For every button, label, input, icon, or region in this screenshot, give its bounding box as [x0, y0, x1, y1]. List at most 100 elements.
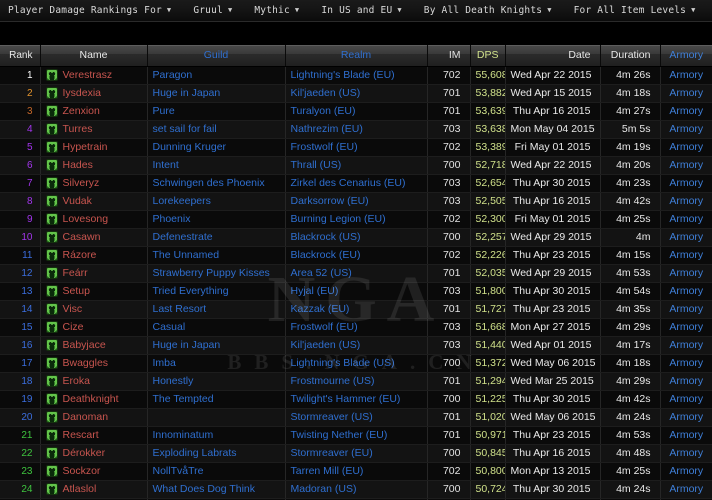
armory-link[interactable]: Armory [660, 156, 712, 175]
table-row[interactable]: 10 Casawn Defenestrate Blackrock (US) 700 52,… [0, 228, 712, 247]
armory-link[interactable]: Armory [660, 174, 712, 193]
armory-link[interactable]: Armory [660, 264, 712, 283]
table-row[interactable]: 24 Atlaslol What Does Dog Think Madoran (US… [0, 480, 712, 499]
table-row[interactable]: 18 Eroka HonestlyFrostmourne (US)70151,294… [0, 372, 712, 391]
column-header-realm[interactable]: Realm [285, 45, 428, 67]
armory-link[interactable]: Armory [660, 336, 712, 355]
table-row[interactable]: 22 Dérokker Exploding Labrats Stormreaver (… [0, 444, 712, 463]
player-name-link[interactable]: Vudak [63, 193, 92, 210]
cell-realm[interactable]: Blackrock (US) [285, 228, 428, 247]
cell-guild[interactable]: Strawberry Puppy Kisses [147, 264, 286, 283]
armory-link[interactable]: Armory [660, 426, 712, 445]
cell-realm[interactable]: Burning Legion (EU) [285, 210, 428, 229]
cell-guild[interactable]: Phoenix [147, 210, 286, 229]
armory-link[interactable]: Armory [660, 210, 712, 229]
column-header-date[interactable]: Date [505, 45, 601, 67]
column-header-rank[interactable]: Rank [0, 45, 41, 67]
cell-realm[interactable]: Lightning's Blade (EU) [285, 66, 428, 85]
table-row[interactable]: 11 Rázore The Unnamed Blackrock (EU) 702 52,2… [0, 246, 712, 265]
cell-realm[interactable]: Blackrock (EU) [285, 246, 428, 265]
armory-link[interactable]: Armory [660, 372, 712, 391]
cell-guild[interactable]: Defenestrate [147, 228, 286, 247]
cell-realm[interactable]: Twisting Nether (EU) [285, 426, 428, 445]
player-name-link[interactable]: Dérokker [63, 445, 106, 462]
table-row[interactable]: 20 Danoman Stormreaver (US)70151,020.0Wed … [0, 408, 712, 427]
player-name-link[interactable]: Hypetrain [63, 139, 108, 156]
class-filter[interactable]: By All Death Knights ▼ [424, 5, 552, 16]
column-header-duration[interactable]: Duration [600, 45, 661, 67]
table-row[interactable]: 4 Turres set sail for fail Nathrezim (EU) 70… [0, 120, 712, 139]
armory-link[interactable]: Armory [660, 462, 712, 481]
table-row[interactable]: 1 Verestrasz Paragon Lightning's Blade (EU)… [0, 66, 712, 85]
cell-realm[interactable]: Madoran (US) [285, 480, 428, 499]
table-row[interactable]: 3 Zenxion PureTuralyon (EU)70153,639.1Thu … [0, 102, 712, 121]
player-name-link[interactable]: Setup [63, 283, 90, 300]
cell-guild[interactable]: What Does Dog Think [147, 480, 286, 499]
cell-guild[interactable]: Casual [147, 318, 286, 337]
cell-realm[interactable]: Frostmourne (US) [285, 372, 428, 391]
cell-realm[interactable]: Stormreaver (US) [285, 408, 428, 427]
player-name-link[interactable]: Cize [63, 319, 84, 336]
player-name-link[interactable]: Feárr [63, 265, 88, 282]
player-name-link[interactable]: Eroka [63, 373, 90, 390]
cell-realm[interactable]: Darksorrow (EU) [285, 192, 428, 211]
armory-link[interactable]: Armory [660, 480, 712, 499]
column-header-armory[interactable]: Armory [660, 45, 712, 67]
metric-filter[interactable]: Player Damage Rankings For ▼ [8, 5, 171, 16]
cell-guild[interactable]: The Tempted [147, 390, 286, 409]
cell-guild[interactable]: Intent [147, 156, 286, 175]
cell-realm[interactable]: Thrall (US) [285, 156, 428, 175]
table-row[interactable]: 7 Silveryz Schwingen des Phoenix Zirkel des… [0, 174, 712, 193]
boss-filter[interactable]: Gruul ▼ [193, 5, 232, 16]
player-name-link[interactable]: Hades [63, 157, 93, 174]
armory-link[interactable]: Armory [660, 300, 712, 319]
cell-realm[interactable]: Frostwolf (EU) [285, 138, 428, 157]
cell-guild[interactable]: Dunning Kruger [147, 138, 286, 157]
column-header-name[interactable]: Name [40, 45, 148, 67]
cell-guild[interactable]: Tried Everything [147, 282, 286, 301]
player-name-link[interactable]: Bwaggles [63, 355, 109, 372]
table-row[interactable]: 8 Vudak Lorekeepers Darksorrow (EU) 703 52,50… [0, 192, 712, 211]
cell-guild[interactable]: Honestly [147, 372, 286, 391]
player-name-link[interactable]: Rescart [63, 427, 99, 444]
armory-link[interactable]: Armory [660, 120, 712, 139]
table-row[interactable]: 9 Lovesong Phoenix Burning Legion (EU) 702 52… [0, 210, 712, 229]
table-row[interactable]: 6 Hades IntentThrall (US)70052,718.1Wed Ap… [0, 156, 712, 175]
cell-realm[interactable]: Zirkel des Cenarius (EU) [285, 174, 428, 193]
cell-realm[interactable]: Stormreaver (EU) [285, 444, 428, 463]
column-header-guild[interactable]: Guild [147, 45, 286, 67]
table-row[interactable]: 21 Rescart Innominatum Twisting Nether (EU)… [0, 426, 712, 445]
armory-link[interactable]: Armory [660, 228, 712, 247]
cell-guild[interactable]: The Unnamed [147, 246, 286, 265]
table-row[interactable]: 19 Deathknight The Tempted Twilight's Hamme… [0, 390, 712, 409]
cell-realm[interactable]: Area 52 (US) [285, 264, 428, 283]
armory-link[interactable]: Armory [660, 192, 712, 211]
table-row[interactable]: 14 Visc Last ResortKazzak (EU)70151,727.4T… [0, 300, 712, 319]
player-name-link[interactable]: Lovesong [63, 211, 109, 228]
table-row[interactable]: 12 Feárr Strawberry Puppy Kisses Area 52 (U… [0, 264, 712, 283]
player-name-link[interactable]: Verestrasz [63, 67, 113, 84]
cell-guild[interactable]: Pure [147, 102, 286, 121]
cell-guild[interactable]: Innominatum [147, 426, 286, 445]
region-filter[interactable]: In US and EU ▼ [321, 5, 401, 16]
cell-guild[interactable]: set sail for fail [147, 120, 286, 139]
armory-link[interactable]: Armory [660, 444, 712, 463]
cell-realm[interactable]: Hyjal (EU) [285, 282, 428, 301]
player-name-link[interactable]: Zenxion [63, 103, 100, 120]
player-name-link[interactable]: Turres [63, 121, 93, 138]
ilvl-filter[interactable]: For All Item Levels ▼ [574, 5, 696, 16]
armory-link[interactable]: Armory [660, 282, 712, 301]
armory-link[interactable]: Armory [660, 408, 712, 427]
cell-guild[interactable]: Imba [147, 354, 286, 373]
armory-link[interactable]: Armory [660, 138, 712, 157]
armory-link[interactable]: Armory [660, 66, 712, 85]
cell-guild[interactable]: Exploding Labrats [147, 444, 286, 463]
cell-guild[interactable]: Schwingen des Phoenix [147, 174, 286, 193]
cell-guild[interactable]: NollTvåTre [147, 462, 286, 481]
player-name-link[interactable]: Iysdexia [63, 85, 102, 102]
player-name-link[interactable]: Visc [63, 301, 83, 318]
armory-link[interactable]: Armory [660, 318, 712, 337]
player-name-link[interactable]: Babyjace [63, 337, 106, 354]
armory-link[interactable]: Armory [660, 84, 712, 103]
cell-realm[interactable]: Nathrezim (EU) [285, 120, 428, 139]
